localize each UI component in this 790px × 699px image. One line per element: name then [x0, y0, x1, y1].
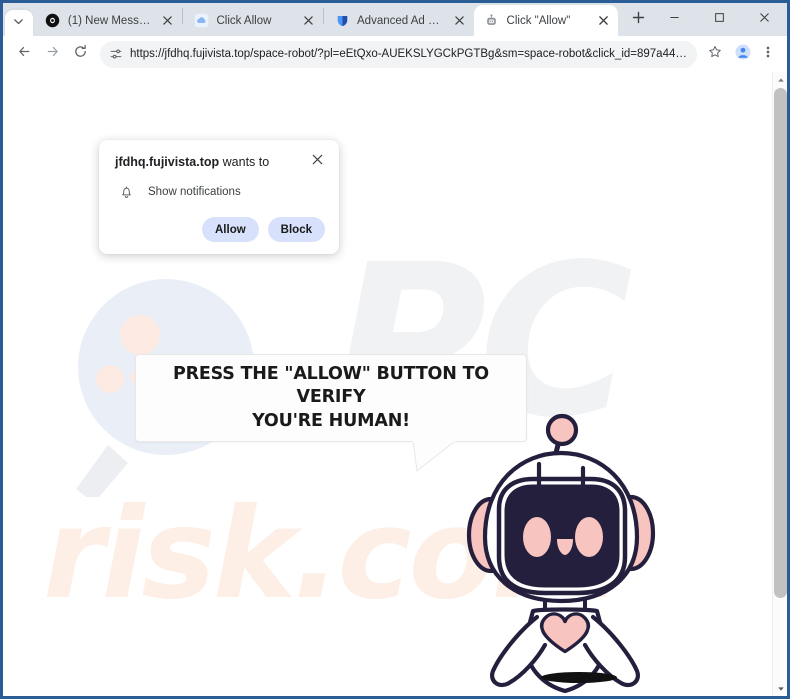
browser-tab-advanced-ad-blocker[interactable]: Advanced Ad Blocker [324, 5, 474, 36]
minimize-button[interactable] [652, 3, 697, 34]
address-bar[interactable]: https://jfdhq.fujivista.top/space-robot/… [100, 40, 697, 68]
close-icon [312, 152, 323, 170]
permission-label: Show notifications [148, 186, 241, 199]
blue-shield-icon [334, 13, 350, 29]
close-icon[interactable] [300, 12, 317, 29]
url-text: https://jfdhq.fujivista.top/space-robot/… [130, 48, 693, 60]
minimize-icon [669, 10, 680, 28]
star-icon [708, 45, 722, 64]
new-tab-button[interactable] [624, 6, 652, 34]
browser-window: (1) New Message! Click Allow Advanced Ad… [0, 0, 790, 699]
dialog-title: jfdhq.fujivista.top wants to [115, 153, 303, 170]
dialog-title-suffix: wants to [219, 155, 270, 169]
block-button[interactable]: Block [267, 217, 325, 243]
mascot-shadow [541, 672, 617, 683]
allow-button[interactable]: Allow [202, 217, 259, 243]
close-icon[interactable] [159, 12, 176, 29]
black-circle-icon [45, 13, 61, 29]
dialog-title-domain: jfdhq.fujivista.top [115, 155, 220, 169]
blue-cloud-icon [193, 13, 209, 29]
maximize-button[interactable] [697, 3, 742, 34]
permission-row-notifications: Show notifications [115, 183, 325, 201]
tab-title: (1) New Message! [67, 14, 154, 27]
browser-tab-new-message[interactable]: (1) New Message! [35, 5, 183, 36]
dialog-actions: Allow Block [115, 217, 325, 243]
tab-strip: (1) New Message! Click Allow Advanced Ad… [3, 3, 787, 36]
gray-robot-icon [484, 13, 500, 29]
plus-icon [632, 11, 645, 29]
scrollbar-thumb[interactable] [774, 88, 787, 598]
bell-icon [117, 183, 135, 201]
dialog-header: jfdhq.fujivista.top wants to [115, 153, 325, 170]
browser-tab-click-allow[interactable]: Click Allow [183, 5, 323, 36]
window-close-icon [759, 10, 770, 28]
chevron-down-icon [13, 14, 24, 32]
tab-title: Click Allow [216, 14, 272, 27]
page-viewport: PC risk.com PRESS THE "ALLOW" BUTTON TO … [3, 72, 787, 696]
reload-icon [73, 44, 88, 64]
scroll-up-arrow-icon[interactable] [773, 72, 787, 87]
arrow-left-icon [17, 44, 32, 64]
profile-button[interactable] [730, 41, 756, 67]
window-controls [652, 3, 787, 36]
dialog-close-button[interactable] [309, 153, 325, 169]
notification-permission-dialog: jfdhq.fujivista.top wants to Show notifi… [99, 140, 339, 255]
tune-sliders-icon[interactable] [104, 42, 128, 66]
three-dots-menu-icon [766, 44, 770, 65]
close-icon[interactable] [451, 12, 468, 29]
bubble-line-1: PRESS THE "ALLOW" BUTTON TO VERIFY [173, 363, 489, 408]
arrow-right-icon [45, 44, 60, 64]
scroll-down-arrow-icon[interactable] [773, 681, 787, 696]
reload-button[interactable] [66, 40, 94, 68]
bookmark-button[interactable] [702, 41, 728, 67]
page-scrollbar[interactable] [772, 72, 787, 696]
close-icon[interactable] [595, 12, 612, 29]
profile-avatar-icon [735, 44, 751, 65]
space-robot-mascot-icon [455, 405, 675, 694]
tab-title: Advanced Ad Blocker [357, 14, 445, 27]
tab-title: Click "Allow" [506, 14, 571, 27]
tab-search-button[interactable] [5, 10, 33, 36]
window-close-button[interactable] [742, 3, 787, 34]
forward-button[interactable] [38, 40, 66, 68]
bubble-line-2: YOU'RE HUMAN! [252, 410, 410, 431]
browser-tab-click-allow-active[interactable]: Click "Allow" [473, 5, 619, 36]
browser-toolbar: https://jfdhq.fujivista.top/space-robot/… [3, 36, 787, 72]
maximize-icon [714, 10, 725, 28]
browser-menu-button[interactable] [756, 41, 780, 67]
back-button[interactable] [10, 40, 38, 68]
